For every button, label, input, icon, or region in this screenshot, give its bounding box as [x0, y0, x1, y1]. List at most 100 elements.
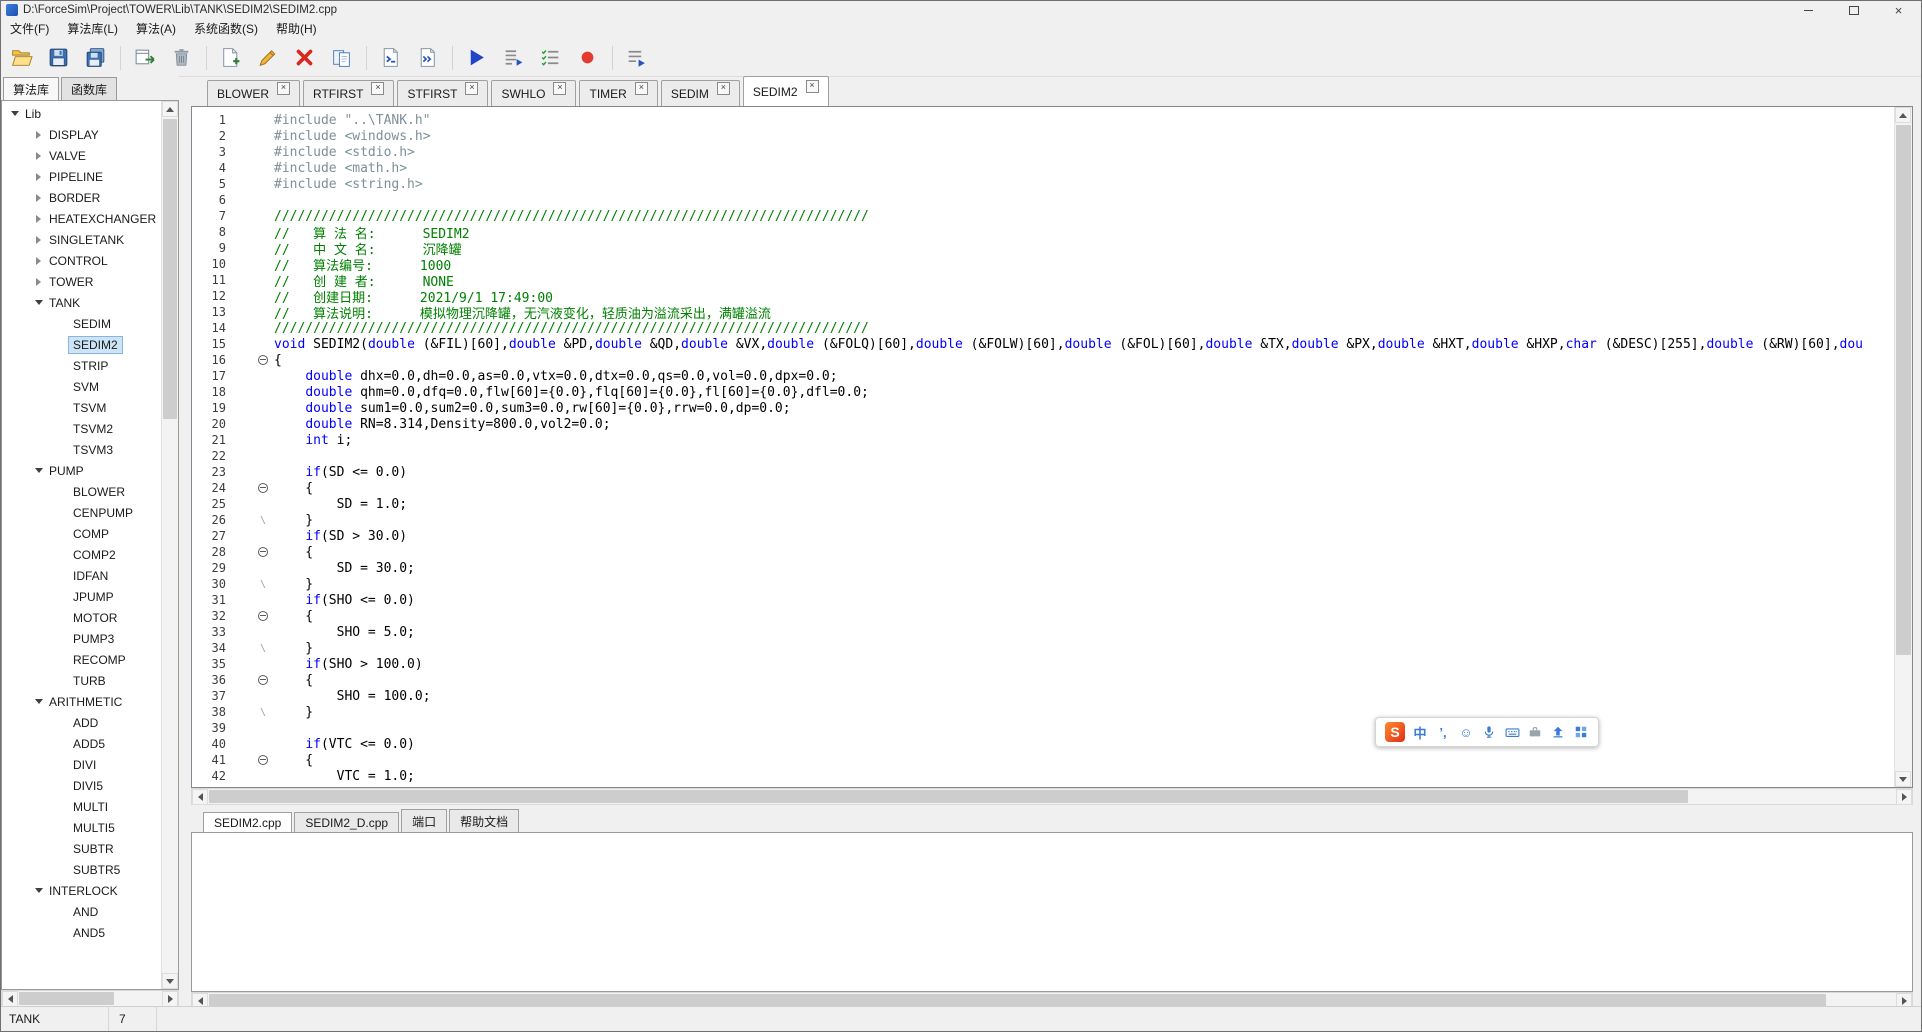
- sogou-logo-icon[interactable]: S: [1385, 722, 1405, 742]
- toolbox-icon[interactable]: [1527, 723, 1543, 741]
- record-button[interactable]: [571, 43, 603, 73]
- tree-collapsed-icon[interactable]: [32, 257, 45, 265]
- fold-open-icon[interactable]: [256, 483, 270, 493]
- tree-item-add[interactable]: ADD: [2, 712, 162, 733]
- tree-item-divi5[interactable]: DIVI5: [2, 775, 162, 796]
- remove-button[interactable]: [288, 43, 320, 73]
- tab-close-icon[interactable]: ×: [635, 82, 648, 95]
- menu-item[interactable]: 算法(A): [127, 19, 185, 39]
- tab-close-icon[interactable]: ×: [371, 82, 384, 95]
- tree-item-cenpump[interactable]: CENPUMP: [2, 502, 162, 523]
- tree-item-pump[interactable]: PUMP: [2, 460, 162, 481]
- delete-button[interactable]: [165, 43, 197, 73]
- tree-item-tsvm3[interactable]: TSVM3: [2, 439, 162, 460]
- code-editor[interactable]: 1#include "..\TANK.h"2#include <windows.…: [191, 106, 1913, 788]
- fold-end-icon[interactable]: \: [256, 579, 270, 590]
- tab-close-icon[interactable]: ×: [717, 82, 730, 95]
- menu-item[interactable]: 帮助(H): [267, 19, 326, 39]
- tree-item-heatexchanger[interactable]: HEATEXCHANGER: [2, 208, 162, 229]
- emoji-icon[interactable]: ☺: [1458, 723, 1474, 741]
- doc-tab-timer[interactable]: TIMER×: [579, 80, 657, 106]
- tree-item-sedim2[interactable]: SEDIM2: [2, 334, 162, 355]
- skin-icon[interactable]: [1550, 723, 1566, 741]
- edit-button[interactable]: [251, 43, 283, 73]
- minimize-button[interactable]: [1786, 1, 1831, 19]
- scrollbar-thumb[interactable]: [19, 992, 114, 1005]
- tree-item-comp[interactable]: COMP: [2, 523, 162, 544]
- tree-expanded-icon[interactable]: [8, 111, 21, 116]
- tree-item-subtr5[interactable]: SUBTR5: [2, 859, 162, 880]
- tree-item-arithmetic[interactable]: ARITHMETIC: [2, 691, 162, 712]
- tree-item-svm[interactable]: SVM: [2, 376, 162, 397]
- tree-expanded-icon[interactable]: [32, 300, 45, 305]
- tree-item-and5[interactable]: AND5: [2, 922, 162, 943]
- editor-horizontal-scrollbar[interactable]: [191, 788, 1913, 805]
- tree-item-border[interactable]: BORDER: [2, 187, 162, 208]
- tree-item-tower[interactable]: TOWER: [2, 271, 162, 292]
- tree-item-pipeline[interactable]: PIPELINE: [2, 166, 162, 187]
- tree-collapsed-icon[interactable]: [32, 173, 45, 181]
- tab-close-icon[interactable]: ×: [806, 80, 819, 93]
- fold-open-icon[interactable]: [256, 675, 270, 685]
- doc-tab-stfirst[interactable]: STFIRST×: [397, 80, 488, 106]
- fold-end-icon[interactable]: \: [256, 707, 270, 718]
- sidebar-horizontal-scrollbar[interactable]: [1, 990, 179, 1007]
- compile-all-button[interactable]: [411, 43, 443, 73]
- tree-item-tank[interactable]: TANK: [2, 292, 162, 313]
- tree-item-subtr[interactable]: SUBTR: [2, 838, 162, 859]
- scrollbar-thumb[interactable]: [209, 790, 1688, 803]
- view-tab-1[interactable]: SEDIM2_D.cpp: [294, 812, 399, 832]
- scroll-down-icon[interactable]: [1895, 771, 1911, 787]
- fold-end-icon[interactable]: \: [256, 643, 270, 654]
- tree-item-tsvm2[interactable]: TSVM2: [2, 418, 162, 439]
- menu-item[interactable]: 文件(F): [1, 19, 58, 39]
- tree-collapsed-icon[interactable]: [32, 236, 45, 244]
- menu-item[interactable]: 算法库(L): [58, 19, 127, 39]
- sidebar-tab-1[interactable]: 函数库: [61, 77, 117, 100]
- close-button[interactable]: ×: [1876, 1, 1921, 19]
- keyboard-icon[interactable]: [1504, 723, 1520, 741]
- tree-collapsed-icon[interactable]: [32, 152, 45, 160]
- tree-item-blower[interactable]: BLOWER: [2, 481, 162, 502]
- tree-item-idfan[interactable]: IDFAN: [2, 565, 162, 586]
- editor-vertical-scrollbar[interactable]: [1894, 107, 1912, 787]
- doc-tab-rtfirst[interactable]: RTFIRST×: [303, 80, 394, 106]
- tree-item-turb[interactable]: TURB: [2, 670, 162, 691]
- run-button[interactable]: [460, 43, 492, 73]
- step-list-button[interactable]: [497, 43, 529, 73]
- doc-tab-blower[interactable]: BLOWER×: [207, 80, 300, 106]
- scroll-left-icon[interactable]: [2, 991, 18, 1007]
- fold-open-icon[interactable]: [256, 611, 270, 621]
- scroll-right-icon[interactable]: [162, 991, 178, 1007]
- tab-close-icon[interactable]: ×: [277, 82, 290, 95]
- library-button[interactable]: [325, 43, 357, 73]
- tree-item-singletank[interactable]: SINGLETANK: [2, 229, 162, 250]
- scrollbar-thumb[interactable]: [163, 119, 177, 419]
- tree-item-multi5[interactable]: MULTI5: [2, 817, 162, 838]
- mic-icon[interactable]: [1481, 723, 1497, 741]
- tree-item-motor[interactable]: MOTOR: [2, 607, 162, 628]
- panel-icon[interactable]: [1573, 723, 1589, 741]
- scroll-left-icon[interactable]: [192, 789, 208, 805]
- tree-item-recomp[interactable]: RECOMP: [2, 649, 162, 670]
- tree-item-control[interactable]: CONTROL: [2, 250, 162, 271]
- view-tab-2[interactable]: 端口: [401, 809, 447, 832]
- tree-item-strip[interactable]: STRIP: [2, 355, 162, 376]
- tree-item-valve[interactable]: VALVE: [2, 145, 162, 166]
- tree-expanded-icon[interactable]: [32, 699, 45, 704]
- open-folder-button[interactable]: [5, 43, 37, 73]
- tree-item-add5[interactable]: ADD5: [2, 733, 162, 754]
- punctuation-icon[interactable]: ’,: [1435, 723, 1451, 741]
- doc-tab-sedim[interactable]: SEDIM×: [661, 80, 740, 106]
- tree-collapsed-icon[interactable]: [32, 215, 45, 223]
- tree-collapsed-icon[interactable]: [32, 278, 45, 286]
- fold-end-icon[interactable]: \: [256, 515, 270, 526]
- tab-close-icon[interactable]: ×: [465, 82, 478, 95]
- tree-item-display[interactable]: DISPLAY: [2, 124, 162, 145]
- view-tab-0[interactable]: SEDIM2.cpp: [203, 812, 292, 832]
- scroll-up-icon[interactable]: [1895, 107, 1911, 123]
- tree-expanded-icon[interactable]: [32, 468, 45, 473]
- tree-item-interlock[interactable]: INTERLOCK: [2, 880, 162, 901]
- tree-expanded-icon[interactable]: [32, 888, 45, 893]
- tree-item-comp2[interactable]: COMP2: [2, 544, 162, 565]
